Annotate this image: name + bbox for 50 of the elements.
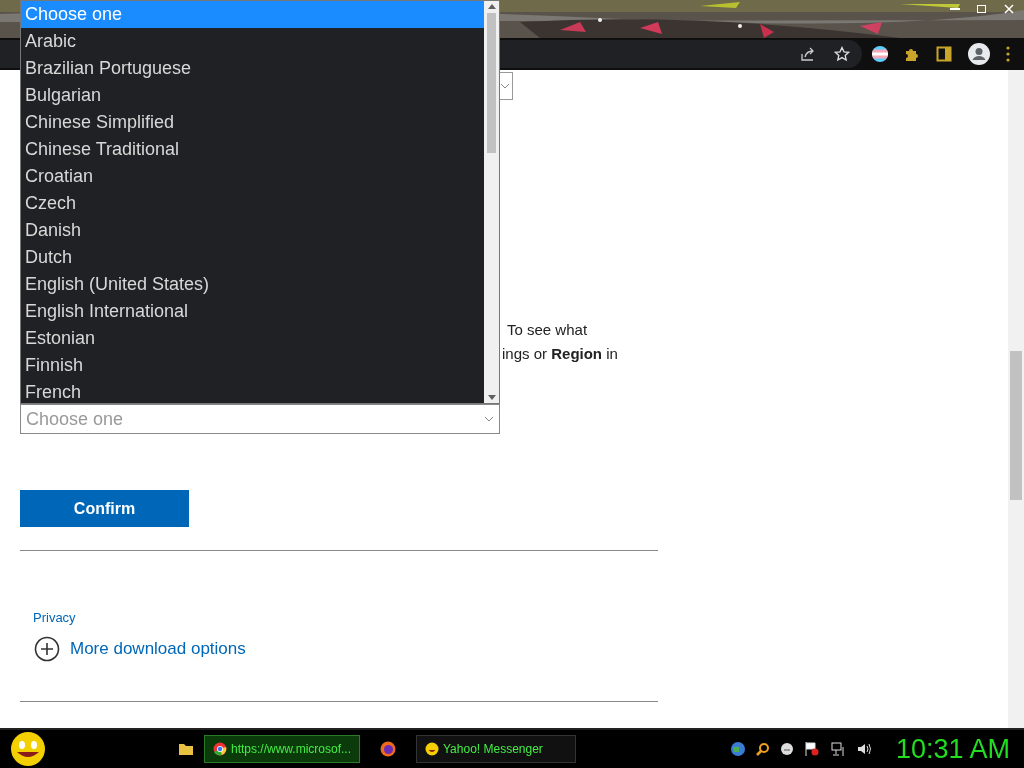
dropdown-option[interactable]: Dutch [21,244,484,271]
dropdown-option[interactable]: Croatian [21,163,484,190]
browser-icon [213,742,227,756]
dropdown-option[interactable]: Czech [21,190,484,217]
dropdown-option[interactable]: Arabic [21,28,484,55]
dropdown-list[interactable]: Choose one Arabic Brazilian Portuguese Bulgarian Chinese Simplified Chinese Traditional Croatian Czech Danish Dutch English (United States) English International Estonian Finnish French [20,0,500,404]
network-icon[interactable] [829,741,846,757]
menu-icon[interactable] [1006,46,1010,62]
taskbar-button[interactable]: Yahoo! Messenger [416,735,576,763]
taskbar-button[interactable]: https://www.microsof... [204,735,360,763]
list-scrollbar[interactable] [484,1,499,403]
flag-icon[interactable] [803,741,820,757]
dropdown-option[interactable]: Chinese Simplified [21,109,484,136]
scroll-down-icon[interactable] [487,395,496,400]
close-icon [1004,4,1014,14]
side-panel-icon[interactable] [936,46,952,62]
more-download-options-link[interactable]: More download options [70,636,246,662]
firefox-icon[interactable] [380,741,396,757]
smiley-icon[interactable] [8,731,48,767]
chevron-icon [484,416,494,422]
scrollbar-thumb[interactable] [1010,351,1022,500]
scrollbar[interactable] [1008,70,1024,728]
dropdown-option[interactable]: Bulgarian [21,82,484,109]
confirm-button[interactable]: Confirm [20,490,189,527]
dropdown-option[interactable]: English (United States) [21,271,484,298]
dropdown-option[interactable]: Finnish [21,352,484,379]
volume-icon[interactable] [855,741,872,757]
dropdown-option[interactable]: Estonian [21,325,484,352]
emoji-icon[interactable] [779,742,794,756]
flag-icon[interactable] [872,46,888,62]
star-icon[interactable] [834,46,850,62]
dropdown-option[interactable]: Danish [21,217,484,244]
dropdown-option[interactable]: English International [21,298,484,325]
smiley-icon [425,742,439,756]
globe-icon[interactable] [729,741,746,757]
share-icon[interactable] [800,46,816,62]
body-text: To see what [507,320,588,340]
body-text: ings or Region in [502,344,618,364]
search-icon[interactable] [755,742,770,756]
puzzle-icon[interactable] [904,46,920,62]
dropdown-option[interactable]: Chinese Traditional [21,136,484,163]
chevron-icon [500,83,510,89]
folder-icon[interactable] [178,741,194,757]
clock: 10:31 AM [895,735,1010,763]
dropdown-option[interactable]: Brazilian Portuguese [21,55,484,82]
privacy-link[interactable]: Privacy [33,608,76,628]
profile-icon[interactable] [968,43,990,65]
scrollbar-thumb[interactable] [487,13,496,153]
plus-circle-icon[interactable] [34,636,60,662]
dropdown-option[interactable]: French [21,379,484,403]
